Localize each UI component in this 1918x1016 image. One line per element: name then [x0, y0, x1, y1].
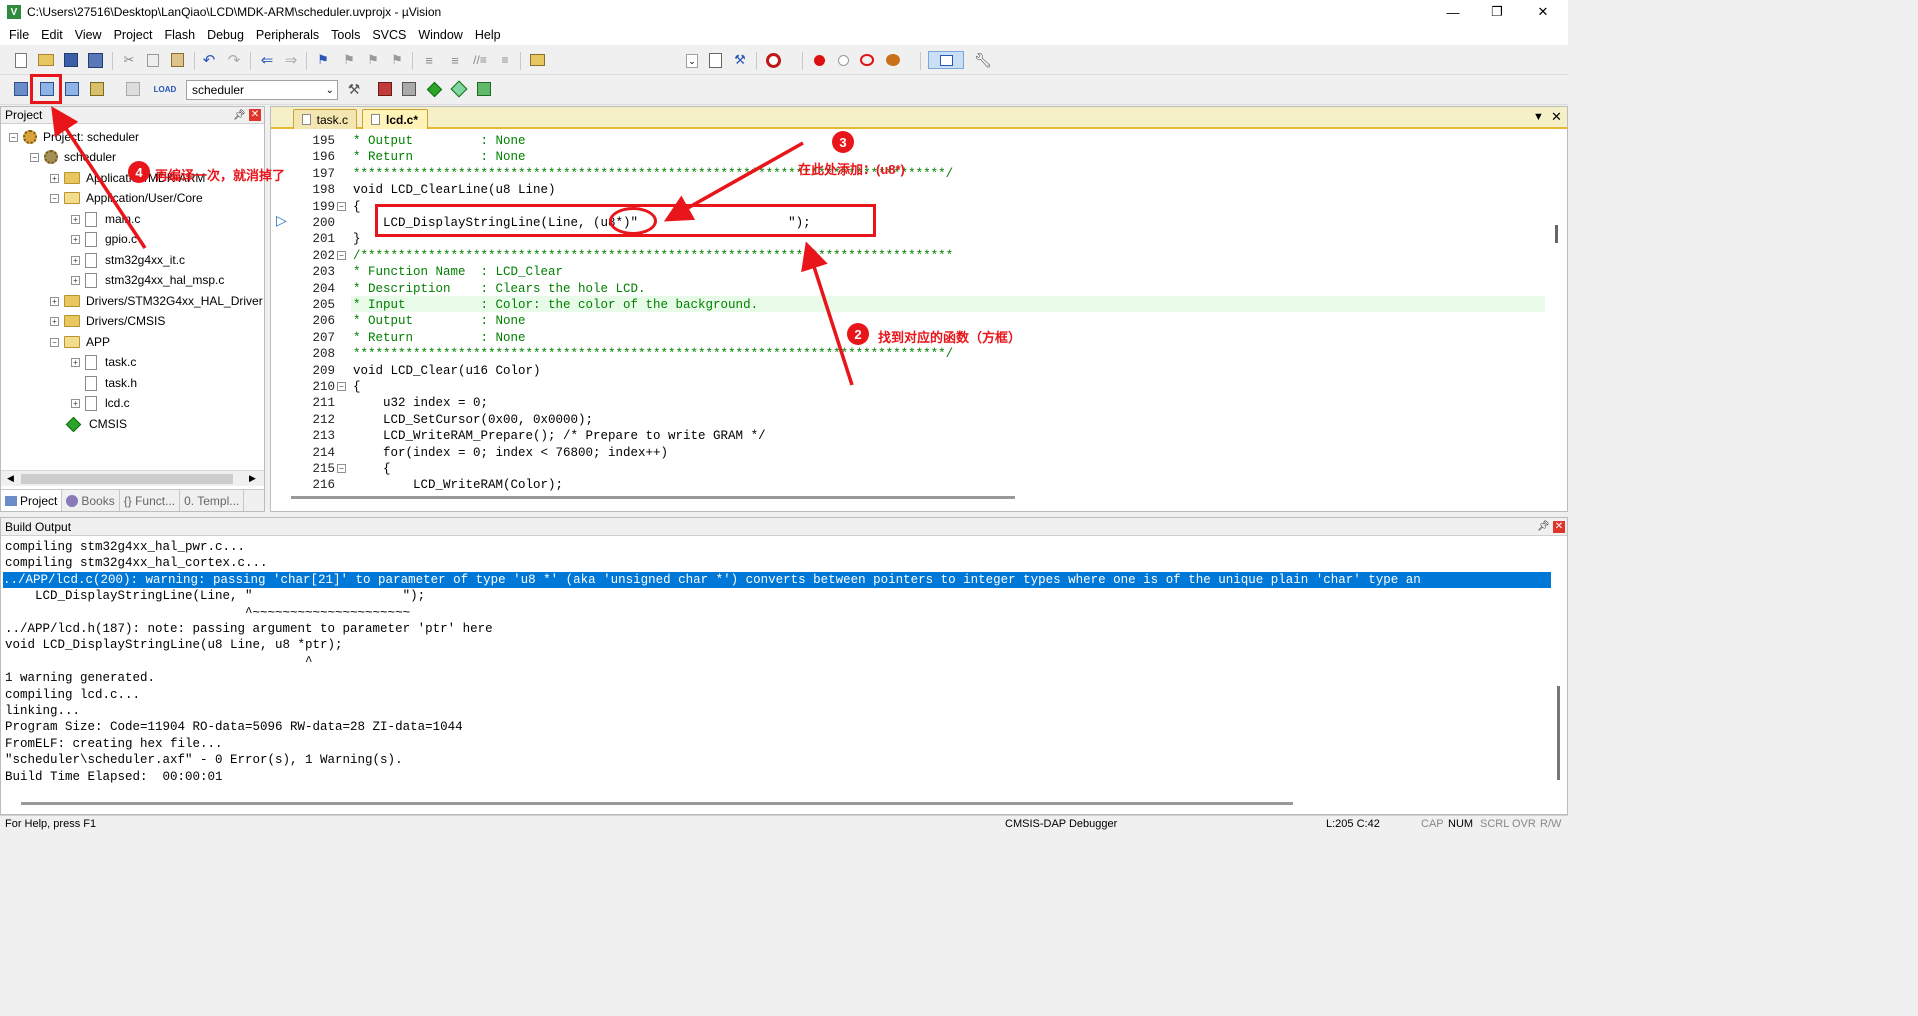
annotation-arrows [51, 106, 854, 386]
annotation-text-4: 再编译一次，就消掉了 [155, 168, 286, 183]
annotation-badge-4: 4 [128, 161, 150, 183]
annotation-text-3: 在此处添加：(u8*) [798, 162, 905, 177]
arrow-step-3 [663, 141, 804, 222]
uvision-window: V C:\Users\27516\Desktop\LanQiao\LCD\MDK… [0, 0, 1568, 831]
arrow-step-2 [801, 241, 854, 386]
annotation-text-2: 找到对应的函数（方框） [878, 330, 1022, 345]
annotation-badge-2: 2 [847, 323, 869, 345]
annotation-badge-3: 3 [832, 131, 854, 153]
